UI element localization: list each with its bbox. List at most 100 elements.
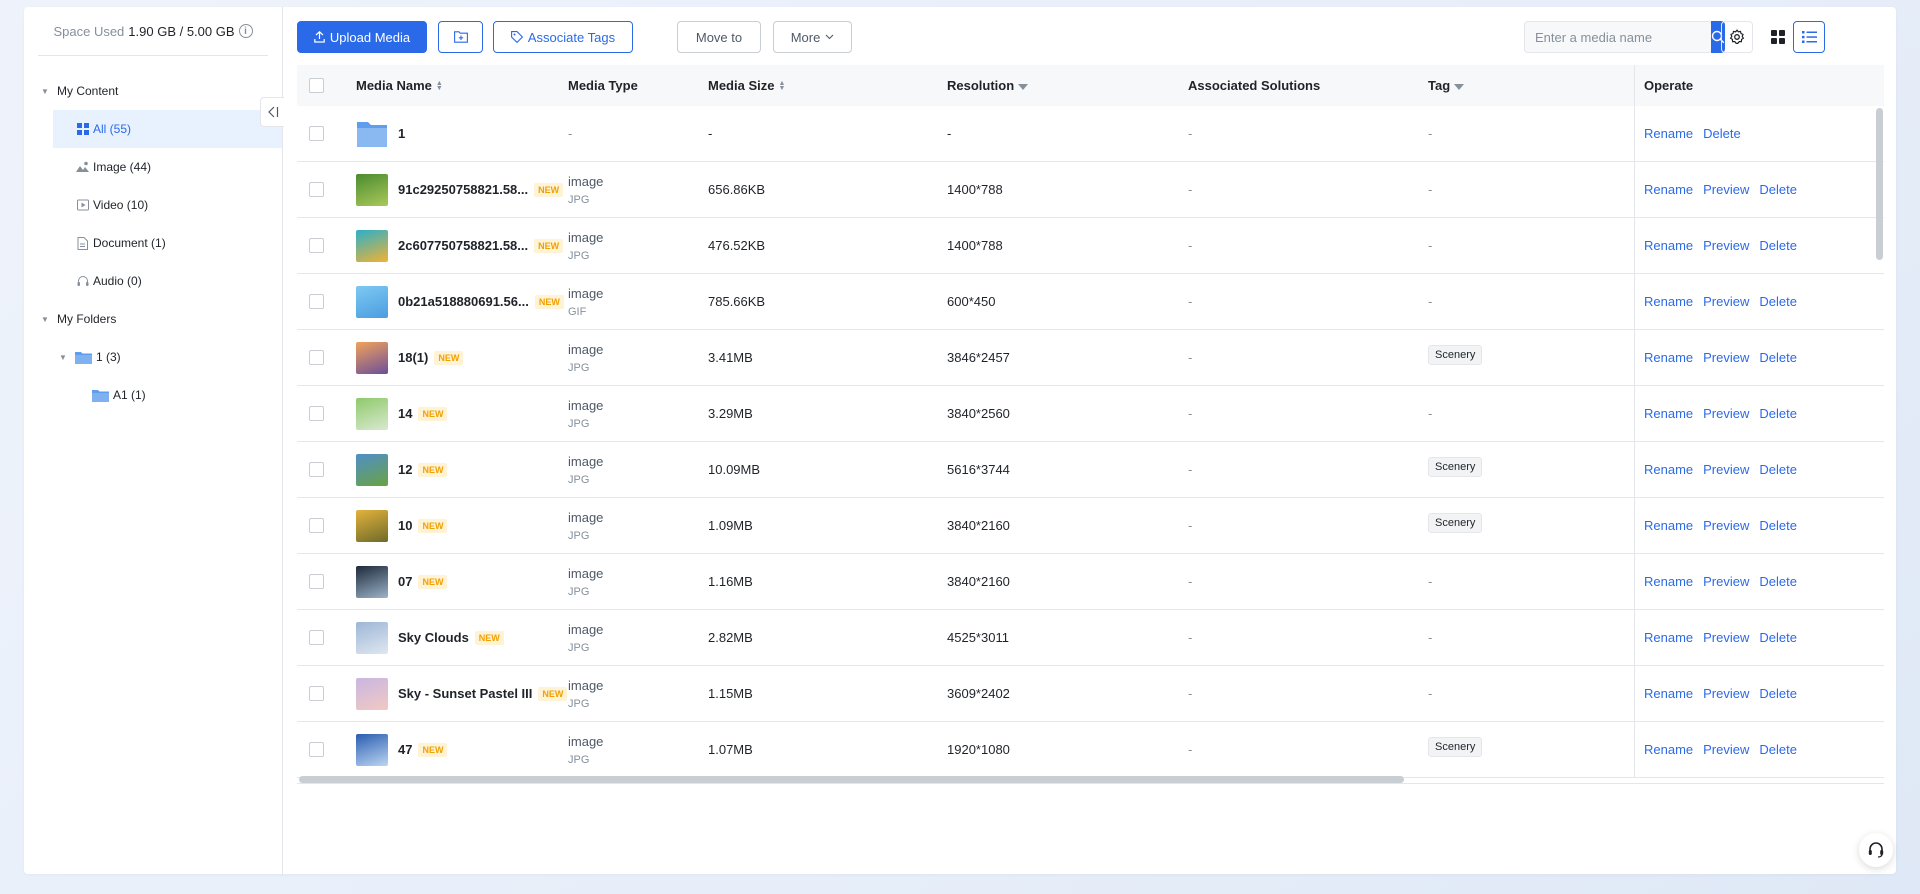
tree-folder-a1[interactable]: A1 (1)	[24, 376, 282, 414]
rename-link[interactable]: Rename	[1644, 406, 1693, 421]
media-name[interactable]: 1	[398, 126, 405, 141]
table-row[interactable]: 12 NEW image JPG 10.09MB 5616*3744 - Scenery Ren…	[297, 442, 1884, 498]
preview-link[interactable]: Preview	[1703, 182, 1749, 197]
tree-my-folders[interactable]: ▼ My Folders	[24, 300, 282, 338]
delete-link[interactable]: Delete	[1759, 350, 1797, 365]
more-dropdown[interactable]: More	[773, 21, 852, 53]
sort-icon[interactable]: ▲ ▼	[436, 80, 443, 92]
row-checkbox[interactable]	[309, 182, 324, 197]
row-checkbox[interactable]	[309, 742, 324, 757]
caret-down-icon[interactable]: ▼	[58, 352, 68, 362]
header-resolution[interactable]: Resolution	[947, 65, 1029, 106]
table-row[interactable]: 18(1) NEW image JPG 3.41MB 3846*2457 - Scenery R…	[297, 330, 1884, 386]
table-row[interactable]: 2c607750758821.58... NEW image JPG 476.52KB 1…	[297, 218, 1884, 274]
delete-link[interactable]: Delete	[1703, 126, 1741, 141]
media-thumbnail[interactable]	[356, 285, 388, 318]
rename-link[interactable]: Rename	[1644, 126, 1693, 141]
table-row[interactable]: Sky Clouds NEW image JPG 2.82MB 4525*3011 - - Re…	[297, 610, 1884, 666]
rename-link[interactable]: Rename	[1644, 350, 1693, 365]
media-thumbnail[interactable]	[356, 453, 388, 486]
customer-support-button[interactable]	[1859, 833, 1893, 867]
media-name[interactable]: 14	[398, 406, 412, 421]
tree-item-all[interactable]: All (55)	[53, 110, 282, 148]
row-checkbox[interactable]	[309, 518, 324, 533]
delete-link[interactable]: Delete	[1759, 686, 1797, 701]
delete-link[interactable]: Delete	[1759, 574, 1797, 589]
associate-tags-button[interactable]: Associate Tags	[493, 21, 633, 53]
media-name[interactable]: 18(1)	[398, 350, 428, 365]
preview-link[interactable]: Preview	[1703, 462, 1749, 477]
media-name[interactable]: 2c607750758821.58...	[398, 238, 528, 253]
new-folder-button[interactable]	[438, 21, 483, 53]
tree-item-document[interactable]: Document (1)	[53, 224, 282, 262]
caret-down-icon[interactable]: ▼	[40, 314, 50, 324]
preview-link[interactable]: Preview	[1703, 350, 1749, 365]
media-name[interactable]: 91c29250758821.58...	[398, 182, 528, 197]
table-row[interactable]: 0b21a518880691.56... NEW image GIF 785.66KB 6…	[297, 274, 1884, 330]
delete-link[interactable]: Delete	[1759, 406, 1797, 421]
tree-item-audio[interactable]: Audio (0)	[53, 262, 282, 300]
media-thumbnail[interactable]	[356, 229, 388, 262]
media-thumbnail[interactable]	[356, 677, 388, 710]
header-media-name[interactable]: Media Name ▲ ▼	[356, 65, 443, 106]
info-icon[interactable]: i	[238, 24, 253, 38]
tree-my-content[interactable]: ▼ My Content	[24, 72, 282, 110]
row-checkbox[interactable]	[309, 126, 324, 141]
rename-link[interactable]: Rename	[1644, 686, 1693, 701]
media-thumbnail[interactable]	[356, 565, 388, 598]
tree-item-image[interactable]: Image (44)	[53, 148, 282, 186]
delete-link[interactable]: Delete	[1759, 518, 1797, 533]
rename-link[interactable]: Rename	[1644, 518, 1693, 533]
row-checkbox[interactable]	[309, 686, 324, 701]
table-row[interactable]: 91c29250758821.58... NEW image JPG 656.86KB 1…	[297, 162, 1884, 218]
tree-folder-1[interactable]: ▼ 1 (3)	[24, 338, 282, 376]
header-tag[interactable]: Tag	[1428, 65, 1465, 106]
table-row[interactable]: Sky - Sunset Pastel III NEW image JPG 1.15MB…	[297, 666, 1884, 722]
settings-button[interactable]	[1721, 21, 1753, 53]
media-name[interactable]: 07	[398, 574, 412, 589]
scrollbar-thumb[interactable]	[1876, 108, 1883, 260]
rename-link[interactable]: Rename	[1644, 238, 1693, 253]
move-to-button[interactable]: Move to	[677, 21, 761, 53]
scrollbar-thumb[interactable]	[299, 776, 1404, 783]
filter-icon[interactable]	[1018, 83, 1029, 90]
row-checkbox[interactable]	[309, 630, 324, 645]
select-all-checkbox[interactable]	[309, 78, 324, 93]
media-thumbnail[interactable]	[356, 341, 388, 374]
media-thumbnail[interactable]	[356, 621, 388, 654]
row-checkbox[interactable]	[309, 574, 324, 589]
preview-link[interactable]: Preview	[1703, 742, 1749, 757]
rename-link[interactable]: Rename	[1644, 742, 1693, 757]
preview-link[interactable]: Preview	[1703, 294, 1749, 309]
header-media-size[interactable]: Media Size ▲ ▼	[708, 65, 785, 106]
media-thumbnail[interactable]	[356, 509, 388, 542]
delete-link[interactable]: Delete	[1759, 742, 1797, 757]
tree-item-video[interactable]: Video (10)	[53, 186, 282, 224]
row-checkbox[interactable]	[309, 406, 324, 421]
search-input[interactable]	[1525, 22, 1711, 52]
rename-link[interactable]: Rename	[1644, 294, 1693, 309]
horizontal-scrollbar[interactable]	[297, 774, 1884, 784]
row-checkbox[interactable]	[309, 238, 324, 253]
preview-link[interactable]: Preview	[1703, 406, 1749, 421]
sort-icon[interactable]: ▲ ▼	[778, 80, 785, 92]
media-name[interactable]: 12	[398, 462, 412, 477]
media-name[interactable]: 0b21a518880691.56...	[398, 294, 529, 309]
media-name[interactable]: 10	[398, 518, 412, 533]
preview-link[interactable]: Preview	[1703, 238, 1749, 253]
row-checkbox[interactable]	[309, 350, 324, 365]
preview-link[interactable]: Preview	[1703, 518, 1749, 533]
delete-link[interactable]: Delete	[1759, 182, 1797, 197]
grid-view-toggle[interactable]	[1762, 21, 1794, 53]
preview-link[interactable]: Preview	[1703, 574, 1749, 589]
vertical-scrollbar[interactable]	[1874, 108, 1884, 772]
rename-link[interactable]: Rename	[1644, 462, 1693, 477]
list-view-toggle[interactable]	[1793, 21, 1825, 53]
row-checkbox[interactable]	[309, 294, 324, 309]
filter-icon[interactable]	[1454, 83, 1465, 90]
preview-link[interactable]: Preview	[1703, 686, 1749, 701]
rename-link[interactable]: Rename	[1644, 574, 1693, 589]
delete-link[interactable]: Delete	[1759, 630, 1797, 645]
delete-link[interactable]: Delete	[1759, 294, 1797, 309]
media-thumbnail[interactable]	[356, 173, 388, 206]
